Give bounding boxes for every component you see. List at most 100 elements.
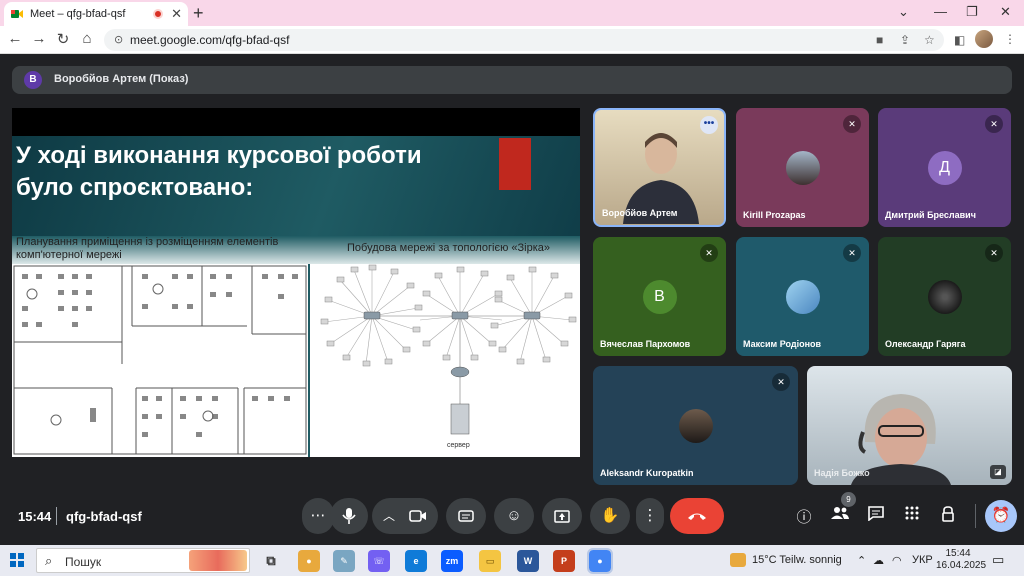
reload-icon[interactable]: ↻ [54, 30, 72, 48]
host-controls-icon[interactable] [937, 506, 959, 526]
slide-title-line1: У ході виконання курсової роботи [16, 142, 422, 169]
captions-icon [458, 510, 474, 522]
timer-button[interactable]: ⏰ [985, 500, 1017, 532]
leave-call-button[interactable] [670, 498, 724, 534]
participant-tile[interactable]: Надія Божко ◪ [807, 366, 1012, 485]
tab-search-chevron-icon[interactable]: ⌄ [898, 4, 909, 20]
share-icon[interactable]: ⇪ [900, 33, 910, 47]
browser-toolbar: ← → ↻ ⌂ ⊙ meet.google.com/qfg-bfad-qsf ■… [0, 26, 1024, 54]
recording-indicator-icon [153, 9, 164, 19]
emoji-icon: ☺ [506, 507, 522, 524]
chat-icon[interactable] [865, 506, 887, 525]
address-bar[interactable]: ⊙ meet.google.com/qfg-bfad-qsf ■ ⇪ ☆ [104, 29, 944, 51]
weather-icon[interactable] [730, 553, 746, 567]
cloud-icon[interactable]: ☁ [873, 554, 884, 567]
participant-avatar: В [642, 279, 677, 314]
participant-tile[interactable]: ✕ Максим Родіонов [736, 237, 869, 356]
alarm-clock-icon: ⏰ [991, 507, 1011, 524]
chevron-up-icon[interactable]: ︿ [383, 509, 395, 523]
server-label: сервер [447, 442, 470, 449]
powerpoint-app-icon[interactable]: P [553, 550, 575, 572]
minimize-window-icon[interactable]: — [934, 4, 947, 19]
presenter-label: Воробйов Артем (Показ) [54, 73, 189, 85]
participant-tile[interactable]: ✕ Aleksandr Kuropatkin [593, 366, 798, 485]
profile-avatar[interactable] [975, 30, 993, 48]
captions-button[interactable] [446, 498, 486, 534]
raise-hand-button[interactable]: ✋ [590, 498, 630, 534]
participant-tile[interactable]: ••• Воробйов Артем [593, 108, 726, 227]
more-vert-icon: ⋮ [642, 507, 658, 524]
participant-name: Дмитрий Бреславич [885, 210, 976, 220]
chrome-active-icon[interactable]: ● [587, 548, 613, 574]
search-placeholder: Пошук [65, 555, 102, 569]
participant-name: Максим Родіонов [743, 339, 822, 349]
hang-up-icon [688, 513, 706, 521]
notifications-icon[interactable]: ▭ [992, 552, 1004, 568]
taskbar-search[interactable]: ⌕ Пошук [36, 548, 250, 573]
participant-avatar [785, 150, 820, 185]
slide-subtitle-right: Побудова мережі за топологією «Зірка» [347, 242, 551, 254]
home-icon[interactable]: ⌂ [78, 30, 96, 47]
participant-tile[interactable]: ✕ В Вячеслав Пархомов [593, 237, 726, 356]
activities-icon[interactable] [901, 506, 923, 524]
participant-tile[interactable]: ✕ Олександр Гаряга [878, 237, 1011, 356]
microphone-button[interactable] [330, 498, 368, 534]
url-text[interactable]: meet.google.com/qfg-bfad-qsf [130, 33, 289, 47]
side-panel-icon[interactable]: ◧ [954, 33, 965, 47]
tray-chevron-icon[interactable]: ⌃ [857, 554, 866, 567]
meeting-info-icon[interactable]: ⓘ [793, 506, 815, 527]
mic-off-icon: ✕ [985, 115, 1003, 133]
participant-name: Надія Божко [814, 468, 870, 478]
camera-in-use-icon[interactable]: ■ [876, 33, 883, 47]
task-view-icon[interactable]: ⧉ [260, 550, 282, 572]
more-options-button[interactable]: ⋮ [636, 498, 664, 534]
reactions-button[interactable]: ☺ [494, 498, 534, 534]
camera-icon [409, 510, 426, 522]
slide-title: У ході виконання курсової роботи було сп… [16, 140, 486, 204]
windows-taskbar: ⌕ Пошук ⧉ ● ✎ ☏ e zm ▭ W P ● 15°C Teilw.… [0, 545, 1024, 576]
word-app-icon[interactable]: W [517, 550, 539, 572]
browser-tab[interactable]: Meet – qfg-bfad-qsf ✕ [4, 2, 188, 26]
taskbar-clock[interactable]: 15:44 16.04.2025 [936, 548, 987, 572]
mic-off-icon: ✕ [700, 244, 718, 262]
camera-button[interactable]: ︿ [372, 498, 438, 534]
language-indicator[interactable]: УКР [912, 554, 933, 566]
participant-avatar [678, 408, 713, 443]
chrome-app-icon[interactable]: ● [298, 550, 320, 572]
zoom-app-icon[interactable]: zm [441, 550, 463, 572]
edge-app-icon[interactable]: e [405, 550, 427, 572]
windows-start-icon[interactable] [10, 553, 24, 567]
forward-icon[interactable]: → [30, 30, 48, 47]
back-icon[interactable]: ← [6, 30, 24, 47]
participant-tile[interactable]: ✕ Д Дмитрий Бреславич [878, 108, 1011, 227]
participant-tile[interactable]: ✕ Kirill Prozapas [736, 108, 869, 227]
restore-window-icon[interactable]: ❐ [966, 4, 978, 20]
slide-title-line2: було спроєктовано: [16, 174, 254, 201]
close-window-icon[interactable]: ✕ [1000, 4, 1011, 20]
browser-tab-strip: Meet – qfg-bfad-qsf ✕ + ⌄ — ❐ ✕ [0, 0, 1024, 26]
people-icon[interactable] [829, 506, 851, 524]
viber-app-icon[interactable]: ☏ [368, 550, 390, 572]
taskbar-date: 16.04.2025 [936, 560, 987, 571]
bookmark-star-icon[interactable]: ☆ [924, 33, 935, 47]
picture-in-picture-icon[interactable]: ◪ [990, 465, 1006, 479]
participant-avatar [927, 279, 962, 314]
participant-name: Воробйов Артем [602, 208, 678, 218]
site-info-icon[interactable]: ⊙ [114, 33, 123, 46]
paint-app-icon[interactable]: ✎ [333, 550, 355, 572]
meet-logo-icon [11, 10, 23, 18]
presentation-header: В Воробйов Артем (Показ) [12, 66, 1012, 94]
new-tab-icon[interactable]: + [193, 3, 204, 24]
mic-off-icon: ✕ [985, 244, 1003, 262]
tab-title: Meet – qfg-bfad-qsf [30, 8, 126, 20]
wifi-icon[interactable]: ◠ [892, 554, 902, 567]
browser-menu-icon[interactable]: ⋮ [1004, 32, 1016, 46]
file-explorer-icon[interactable]: ▭ [479, 550, 501, 572]
present-icon [554, 509, 570, 523]
present-screen-button[interactable] [542, 498, 582, 534]
slide-divider [308, 264, 310, 457]
hand-icon: ✋ [600, 507, 620, 524]
more-options-icon[interactable]: ••• [700, 116, 718, 134]
close-tab-icon[interactable]: ✕ [171, 6, 182, 22]
weather-text[interactable]: 15°C Teilw. sonnig [752, 554, 842, 566]
